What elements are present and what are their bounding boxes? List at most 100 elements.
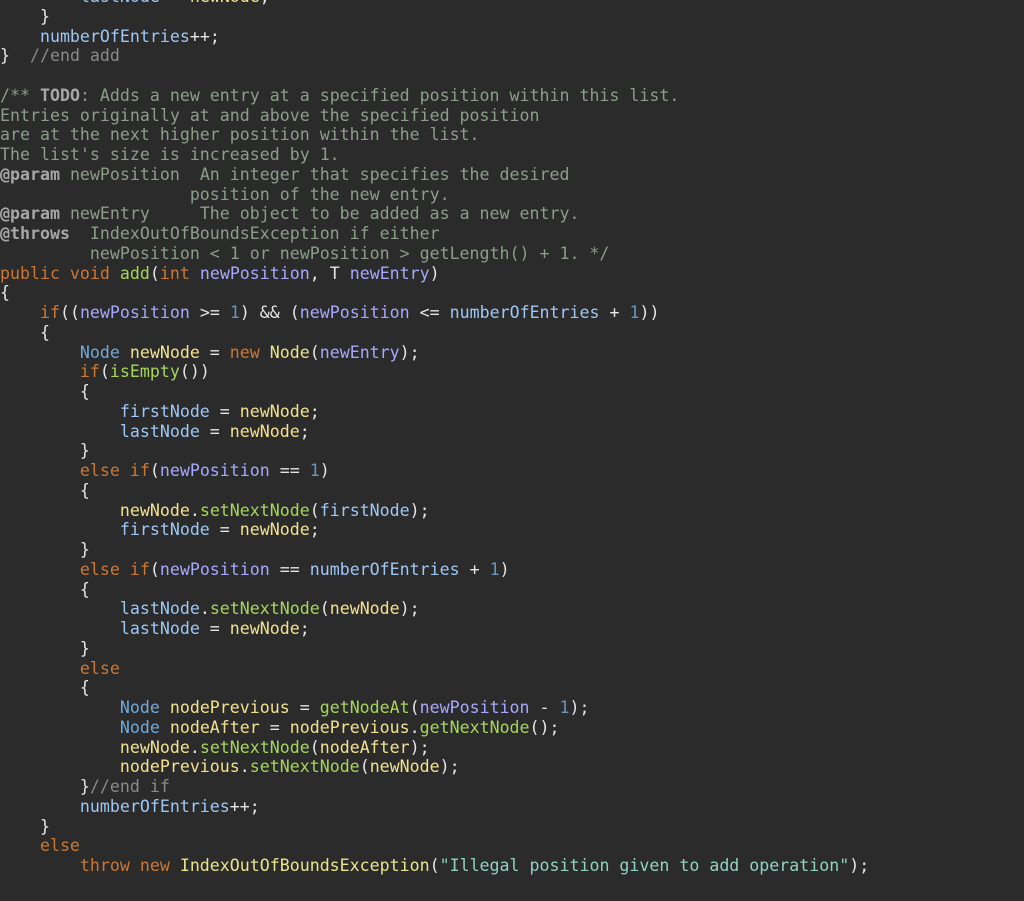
code-token-plain: } bbox=[0, 638, 90, 658]
code-line[interactable]: firstNode = newNode; bbox=[0, 402, 869, 422]
code-token-param: newEntry bbox=[319, 342, 400, 362]
code-token-doc: position of the new entry. bbox=[0, 184, 450, 204]
code-line[interactable]: public void add(int newPosition, T newEn… bbox=[0, 264, 869, 284]
code-line[interactable]: @param newPosition An integer that speci… bbox=[0, 165, 869, 185]
code-token-plain: ( bbox=[309, 342, 320, 362]
code-editor[interactable]: lastNode = newNode; } numberOfEntries++;… bbox=[0, 0, 1024, 901]
code-line[interactable]: } bbox=[0, 7, 869, 27]
code-token-plain: ) && ( bbox=[239, 303, 300, 322]
code-line[interactable]: { bbox=[0, 580, 869, 600]
code-token-type: Node bbox=[0, 698, 170, 717]
code-line[interactable]: Node nodePrevious = getNodeAt(newPositio… bbox=[0, 698, 869, 718]
code-line[interactable]: } bbox=[0, 441, 869, 461]
code-token-plain: ; bbox=[299, 619, 310, 638]
code-line[interactable]: { bbox=[0, 481, 869, 501]
code-token-op: >= bbox=[189, 303, 230, 322]
code-line[interactable]: newNode.setNextNode(nodeAfter); bbox=[0, 738, 869, 758]
code-line[interactable]: firstNode = newNode; bbox=[0, 520, 869, 540]
code-token-plain: } bbox=[0, 46, 10, 66]
code-line[interactable]: } bbox=[0, 540, 869, 560]
code-token-field: numberOfEntries bbox=[449, 303, 600, 322]
code-token-plain: ) bbox=[319, 461, 330, 480]
code-token-plain: ); bbox=[409, 737, 430, 757]
code-token-local: nodeAfter bbox=[319, 737, 410, 757]
code-token-plain: { bbox=[0, 322, 50, 342]
code-line[interactable]: else bbox=[0, 659, 869, 679]
code-line[interactable]: }//end if bbox=[0, 777, 869, 797]
code-token-field: firstNode bbox=[0, 401, 210, 421]
code-line[interactable]: numberOfEntries++; bbox=[0, 27, 869, 47]
code-line[interactable]: newNode.setNextNode(firstNode); bbox=[0, 501, 869, 521]
code-token-local: newNode bbox=[0, 737, 190, 757]
code-token-op: <= bbox=[409, 303, 450, 322]
code-token-plain: ( bbox=[359, 757, 370, 777]
code-token-op: - bbox=[529, 698, 560, 717]
code-line[interactable]: { bbox=[0, 283, 869, 303]
code-token-param: newEntry bbox=[349, 263, 430, 283]
code-token-op: ++ bbox=[189, 26, 210, 46]
code-token-plain: { bbox=[0, 283, 10, 303]
code-line[interactable]: position of the new entry. bbox=[0, 185, 869, 205]
code-line[interactable]: @throws IndexOutOfBoundsException if eit… bbox=[0, 224, 869, 244]
code-token-plain: . bbox=[189, 500, 200, 520]
code-line[interactable]: Entries originally at and above the spec… bbox=[0, 106, 869, 126]
code-line[interactable]: The list's size is increased by 1. bbox=[0, 145, 869, 165]
code-token-plain: ) bbox=[429, 263, 440, 283]
code-token-plain: ); bbox=[849, 856, 870, 875]
code-token-op: + bbox=[459, 559, 490, 579]
code-line[interactable]: Node nodeAfter = nodePrevious.getNextNod… bbox=[0, 718, 869, 738]
code-line[interactable]: else if(newPosition == numberOfEntries +… bbox=[0, 560, 869, 580]
code-line[interactable]: lastNode = newNode; bbox=[0, 0, 869, 7]
code-token-plain: ); bbox=[439, 757, 460, 777]
code-line[interactable]: { bbox=[0, 382, 869, 402]
code-token-method: setNextNode bbox=[199, 500, 310, 520]
code-token-doctag: @throws bbox=[0, 224, 70, 243]
code-token-plain: . bbox=[409, 717, 420, 737]
code-line[interactable]: /** TODO: Adds a new entry at a specifie… bbox=[0, 86, 869, 106]
code-token-local: newNode bbox=[239, 401, 310, 421]
code-line[interactable] bbox=[0, 66, 869, 86]
code-line[interactable]: } bbox=[0, 639, 869, 659]
code-token-field: lastNode bbox=[0, 421, 200, 441]
code-line[interactable]: are at the next higher position within t… bbox=[0, 125, 869, 145]
code-token-docbold: TODO bbox=[39, 85, 80, 105]
code-token-plain: . bbox=[239, 757, 250, 777]
code-line[interactable]: else if(newPosition == 1) bbox=[0, 461, 869, 481]
code-token-doc: newPosition An integer that specifies th… bbox=[59, 164, 570, 184]
code-line[interactable]: else bbox=[0, 836, 869, 856]
code-line[interactable]: throw new IndexOutOfBoundsException("Ill… bbox=[0, 856, 869, 876]
code-token-field: numberOfEntries bbox=[0, 26, 190, 46]
code-line[interactable]: if((newPosition >= 1) && (newPosition <=… bbox=[0, 303, 869, 323]
code-token-op: == bbox=[269, 461, 310, 480]
code-token-local: newNode bbox=[0, 500, 190, 520]
code-token-plain: } bbox=[0, 816, 50, 836]
code-line[interactable]: if(isEmpty()) bbox=[0, 362, 869, 382]
code-line[interactable]: lastNode = newNode; bbox=[0, 422, 869, 442]
code-line[interactable]: newPosition < 1 or newPosition > getLeng… bbox=[0, 244, 869, 264]
code-token-local: nodePrevious bbox=[0, 757, 240, 777]
code-line[interactable]: lastNode = newNode; bbox=[0, 619, 869, 639]
code-line[interactable]: numberOfEntries++; bbox=[0, 797, 869, 817]
code-token-param: newPosition bbox=[199, 263, 310, 283]
code-line[interactable]: } bbox=[0, 817, 869, 837]
code-token-class: Node bbox=[269, 342, 310, 362]
code-token-plain: ()) bbox=[179, 362, 210, 382]
code-token-kw: throw new bbox=[0, 856, 180, 875]
code-token-plain: ; bbox=[209, 26, 220, 46]
code-line[interactable]: Node newNode = new Node(newEntry); bbox=[0, 343, 869, 363]
code-token-field: lastNode bbox=[0, 619, 200, 638]
code-token-plain: ; bbox=[309, 401, 320, 421]
code-token-kw: else bbox=[0, 658, 120, 678]
code-token-kw: else if bbox=[0, 461, 150, 480]
code-line[interactable]: { bbox=[0, 323, 869, 343]
code-line[interactable]: lastNode.setNextNode(newNode); bbox=[0, 599, 869, 619]
code-token-op: = bbox=[199, 342, 230, 362]
code-text-area[interactable]: lastNode = newNode; } numberOfEntries++;… bbox=[0, 0, 869, 876]
code-token-method: getNodeAt bbox=[319, 698, 410, 717]
code-line[interactable]: { bbox=[0, 678, 869, 698]
code-line[interactable]: nodePrevious.setNextNode(newNode); bbox=[0, 757, 869, 777]
code-token-string: "Illegal position given to add operation… bbox=[439, 856, 850, 875]
code-line[interactable]: } //end add bbox=[0, 46, 869, 66]
code-token-doc: Entries originally at and above the spec… bbox=[0, 105, 540, 125]
code-line[interactable]: @param newEntry The object to be added a… bbox=[0, 204, 869, 224]
